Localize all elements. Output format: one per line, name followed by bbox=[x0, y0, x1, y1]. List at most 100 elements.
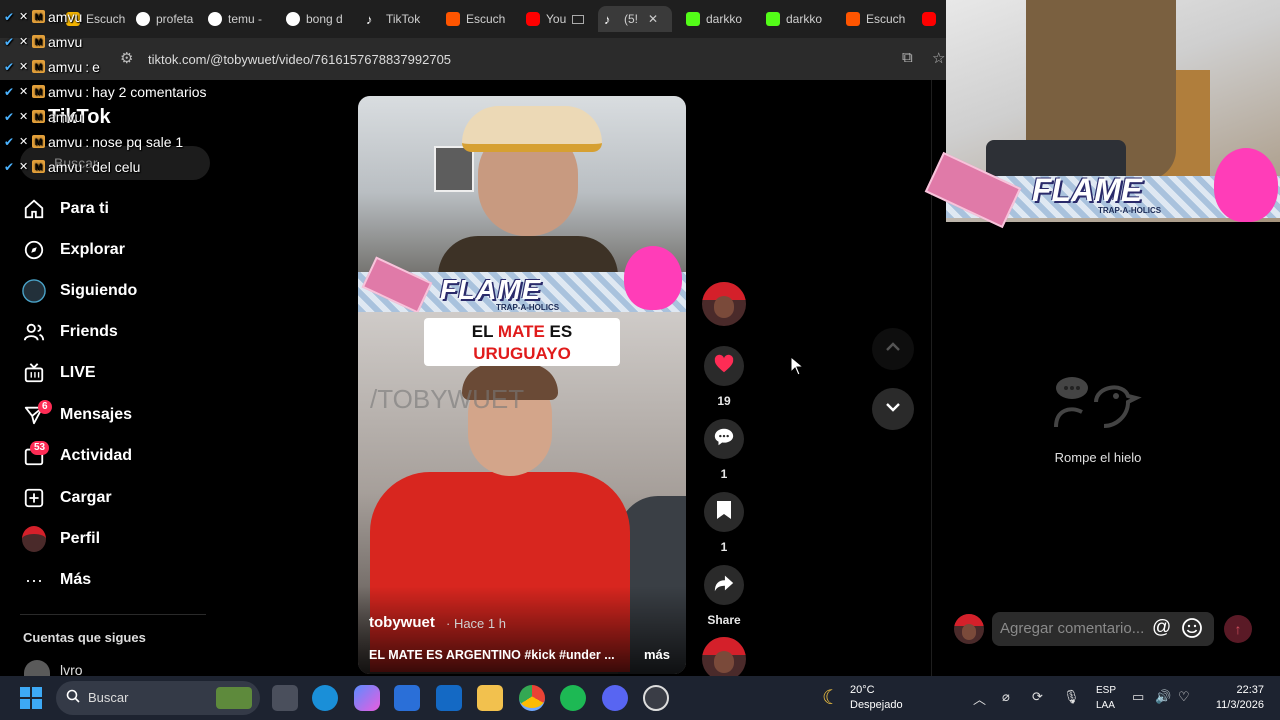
user-badge-icon: M bbox=[32, 135, 45, 148]
chat-message: ✔ ✕ M amvu: e bbox=[4, 58, 100, 75]
notification-icon[interactable]: ♡ bbox=[1178, 689, 1190, 705]
friends-icon bbox=[22, 320, 46, 344]
sidebar-item-friends[interactable]: Friends bbox=[0, 313, 210, 351]
weather-description[interactable]: Despejado bbox=[850, 699, 903, 711]
sync-icon[interactable]: ⟳ bbox=[1032, 689, 1043, 705]
close-icon[interactable]: ✕ bbox=[648, 12, 658, 26]
store-icon[interactable] bbox=[394, 685, 420, 711]
bookmark-star-icon[interactable]: ☆ bbox=[932, 49, 945, 67]
file-explorer-icon[interactable] bbox=[477, 685, 503, 711]
browser-tab[interactable]: Escuch bbox=[440, 6, 512, 32]
browser-tab[interactable]: You bbox=[520, 6, 590, 32]
weather-temperature[interactable]: 20°C bbox=[850, 684, 875, 696]
outlook-icon[interactable] bbox=[436, 685, 462, 711]
chat-text: del celu bbox=[92, 158, 141, 175]
sidebar-item-label: Perfil bbox=[60, 530, 101, 547]
copilot-icon[interactable] bbox=[354, 685, 380, 711]
checkmark-icon: ✔ bbox=[4, 34, 15, 49]
keyboard-layout[interactable]: LAA bbox=[1096, 700, 1115, 711]
emoji-icon[interactable] bbox=[1181, 617, 1203, 644]
following-avatar[interactable] bbox=[24, 660, 50, 676]
mention-icon[interactable]: @ bbox=[1152, 617, 1171, 639]
browser-tab[interactable]: bong d bbox=[280, 6, 350, 32]
sidebar-item-siguiendo[interactable]: Siguiendo bbox=[0, 272, 210, 310]
display-icon[interactable]: ▭ bbox=[1132, 689, 1144, 705]
following-heading: Cuentas que sigues bbox=[23, 630, 146, 645]
chat-username: amvu bbox=[48, 33, 83, 50]
windows-taskbar: Buscar ☾ 20°C Despejado ︿ ⌀ ⟳ 🎙 ESP LAA … bbox=[0, 676, 1280, 720]
sidebar-item-label: Siguiendo bbox=[60, 282, 138, 299]
flame-logo-subtitle: TRAP-A-HOLICS bbox=[496, 303, 560, 312]
network-off-icon[interactable]: ⌀ bbox=[1002, 689, 1010, 705]
discord-icon[interactable] bbox=[602, 685, 628, 711]
clock-time[interactable]: 22:37 bbox=[1208, 684, 1264, 696]
checkmark-icon: ✔ bbox=[4, 9, 15, 24]
checkmark-icon: ✔ bbox=[4, 59, 15, 74]
sidebar-item-actividad[interactable]: 53 Actividad bbox=[0, 437, 210, 475]
save-button[interactable] bbox=[704, 492, 744, 532]
windows-start-icon[interactable] bbox=[20, 687, 42, 709]
browser-tab[interactable]: ♪ TikTok bbox=[360, 6, 432, 32]
pane-divider bbox=[931, 80, 932, 676]
sidebar-item-label: LIVE bbox=[60, 364, 96, 381]
browser-tab[interactable]: Escuch bbox=[840, 6, 910, 32]
sidebar-item-label: Actividad bbox=[60, 447, 133, 464]
taskbar-search[interactable]: Buscar bbox=[56, 681, 260, 715]
browser-tab[interactable]: darkko bbox=[760, 6, 832, 32]
tiktok-icon: ♪ bbox=[604, 12, 611, 27]
browser-tab-active[interactable]: ♪ (5! ✕ bbox=[598, 6, 672, 32]
user-badge-icon: M bbox=[32, 60, 45, 73]
clock-date[interactable]: 11/3/2026 bbox=[1200, 699, 1264, 711]
x-icon: ✕ bbox=[19, 111, 29, 123]
x-icon: ✕ bbox=[19, 86, 29, 98]
video-player[interactable]: FLAME TRAP-A-HOLICS /TOBYWUET EL MATE ES… bbox=[358, 96, 686, 674]
share-button[interactable] bbox=[704, 565, 744, 605]
sidebar-item-mas[interactable]: ··· Más bbox=[0, 561, 210, 599]
chrome-icon[interactable] bbox=[519, 685, 545, 711]
obs-icon[interactable] bbox=[643, 685, 669, 711]
edge-icon[interactable] bbox=[312, 685, 338, 711]
chevron-down-icon bbox=[884, 398, 902, 421]
video-author[interactable]: tobywuet bbox=[369, 614, 435, 631]
spotify-icon[interactable] bbox=[560, 685, 586, 711]
checkmark-icon: ✔ bbox=[4, 109, 15, 124]
chat-message: ✔ ✕ M amvu bbox=[4, 4, 264, 29]
send-comment-button[interactable]: ↑ bbox=[1224, 615, 1252, 643]
sidebar-item-label: Mensajes bbox=[60, 406, 133, 423]
checkmark-icon: ✔ bbox=[4, 159, 15, 174]
sidebar-item-live[interactable]: LIVE bbox=[0, 354, 210, 392]
browser-tab[interactable] bbox=[916, 6, 944, 32]
comment-button[interactable] bbox=[704, 419, 744, 459]
user-badge-icon: M bbox=[32, 10, 45, 23]
browser-tab[interactable]: darkko bbox=[680, 6, 752, 32]
sidebar-item-para-ti[interactable]: Para ti bbox=[0, 190, 210, 228]
next-video-button[interactable] bbox=[872, 388, 914, 430]
caption-highlight: URUGUAYO bbox=[473, 344, 571, 363]
more-icon: ··· bbox=[25, 569, 43, 590]
youtube-icon bbox=[922, 12, 936, 26]
save-count: 1 bbox=[720, 540, 728, 554]
more-link[interactable]: más bbox=[644, 647, 670, 662]
task-view-icon[interactable] bbox=[272, 685, 298, 711]
previous-video-button[interactable] bbox=[872, 328, 914, 370]
sidebar-item-perfil[interactable]: Perfil bbox=[0, 520, 210, 558]
sidebar-item-explorar[interactable]: Explorar bbox=[0, 231, 210, 269]
creator-avatar[interactable] bbox=[702, 282, 746, 326]
install-app-icon[interactable]: ⧉ bbox=[902, 49, 913, 66]
taskbar-search-label: Buscar bbox=[88, 690, 129, 705]
tab-label: (5! bbox=[624, 12, 639, 26]
music-avatar[interactable] bbox=[702, 637, 746, 681]
sidebar-item-cargar[interactable]: Cargar bbox=[0, 479, 210, 517]
microphone-icon[interactable]: 🎙 bbox=[1063, 689, 1080, 705]
like-button[interactable] bbox=[704, 346, 744, 386]
heart-icon bbox=[713, 353, 735, 380]
speaker-icon[interactable]: 🔊 bbox=[1155, 689, 1171, 705]
sidebar-item-mensajes[interactable]: 6 Mensajes bbox=[0, 396, 210, 434]
tab-label: TikTok bbox=[386, 12, 421, 26]
chevron-up-icon[interactable]: ︿ bbox=[973, 689, 986, 708]
language-indicator[interactable]: ESP bbox=[1096, 685, 1116, 696]
checkmark-icon: ✔ bbox=[4, 84, 15, 99]
avatar-face bbox=[714, 296, 734, 318]
tab-label: darkko bbox=[786, 12, 823, 26]
following-icon bbox=[22, 279, 46, 303]
